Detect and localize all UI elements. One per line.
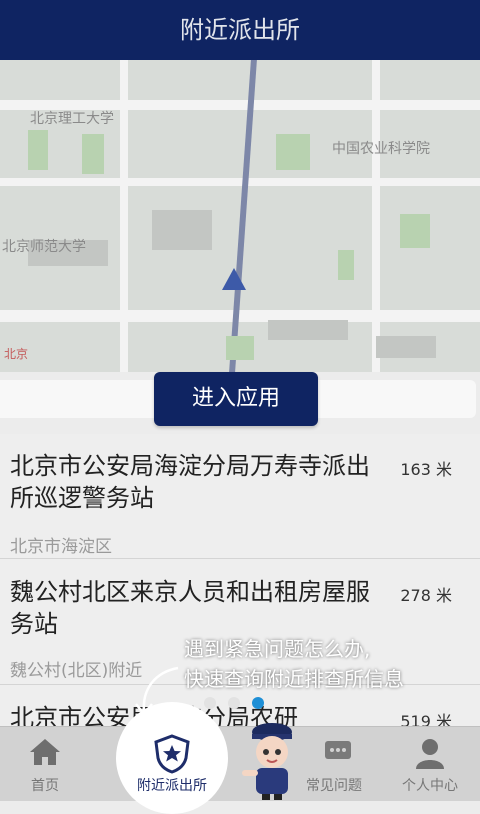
map-label: 北京理工大学 bbox=[30, 111, 114, 127]
tab-label: 个人中心 bbox=[402, 778, 458, 794]
station-distance: 519 米 bbox=[400, 712, 452, 726]
user-icon bbox=[416, 739, 444, 769]
police-badge-icon bbox=[154, 734, 190, 774]
tab-profile[interactable]: 个人中心 bbox=[380, 727, 480, 801]
map-logo: 北京 bbox=[4, 347, 29, 361]
divider bbox=[0, 558, 480, 559]
chat-icon bbox=[325, 741, 351, 759]
map-view[interactable]: 北京理工大学 中国农业科学院 北京师范大学 bbox=[0, 60, 480, 372]
tutorial-caption: 遇到紧急问题怎么办, 快速查询附近排查所信息 bbox=[184, 634, 404, 694]
enter-app-button[interactable]: 进入应用 bbox=[154, 372, 318, 426]
police-mascot-icon bbox=[242, 723, 292, 800]
station-name: 魏公村北区来京人员和出租房屋服务站 bbox=[10, 578, 370, 638]
tab-nearby-police[interactable]: 附近派出所 bbox=[116, 730, 228, 800]
tutorial-line-2: 快速查询附近排查所信息 bbox=[184, 667, 404, 691]
indicator-dot-active bbox=[252, 697, 264, 709]
station-address: 北京市海淀区 bbox=[10, 537, 112, 557]
station-name: 北京市公安局海淀分局万寿寺派出所巡逻警务站 bbox=[10, 452, 370, 512]
tab-home[interactable]: 首页 bbox=[0, 727, 90, 801]
page-title: 附近派出所 bbox=[180, 16, 300, 44]
home-icon bbox=[30, 739, 60, 765]
top-bar: 附近派出所 bbox=[0, 0, 480, 60]
tutorial-line-1: 遇到紧急问题怎么办, bbox=[184, 637, 371, 661]
tab-label: 附近派出所 bbox=[137, 778, 207, 794]
indicator-dot bbox=[228, 697, 240, 709]
station-distance: 163 米 bbox=[400, 460, 452, 479]
map-label: 中国农业科学院 bbox=[332, 141, 430, 157]
location-pin-icon bbox=[222, 268, 246, 290]
tab-label: 首页 bbox=[31, 778, 59, 794]
map-label: 北京师范大学 bbox=[2, 239, 86, 255]
station-address: 魏公村(北区)附近 bbox=[10, 661, 143, 681]
station-distance: 278 米 bbox=[400, 586, 452, 605]
indicator-dot bbox=[204, 697, 216, 709]
list-item[interactable]: 北京市公安局海淀分局万寿寺派出所巡逻警务站 163 米 北京市海淀区 bbox=[0, 448, 480, 560]
